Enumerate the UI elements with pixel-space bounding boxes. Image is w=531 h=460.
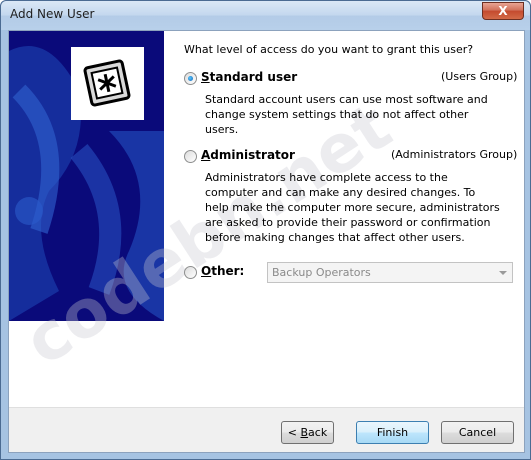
dialog-client: codebn.net What level of access do you w… [8,30,525,453]
other-group-select: Backup Operators [267,262,513,283]
administrator-label[interactable]: Administrator [201,148,295,162]
access-question: What level of access do you want to gran… [184,43,474,56]
cancel-button[interactable]: Cancel [441,421,514,444]
window-title: Add New User [10,7,95,21]
users-key-icon [71,47,144,120]
close-button[interactable]: X [482,2,524,20]
dialog-window: Add New User X codebn.net What level of … [0,0,531,460]
standard-user-group: (Users Group) [441,70,518,83]
standard-user-description: Standard account users can use most soft… [205,93,488,136]
wizard-page: codebn.net What level of access do you w… [9,31,524,407]
administrator-description: Administrators have complete access to t… [205,171,500,244]
chevron-down-icon [499,271,507,275]
administrator-group: (Administrators Group) [391,148,518,161]
finish-button[interactable]: Finish [356,421,429,444]
other-group-value: Backup Operators [272,266,371,279]
other-label[interactable]: Other: [201,264,244,278]
radio-standard-user[interactable] [184,72,197,85]
radio-administrator[interactable] [184,150,197,163]
standard-user-label[interactable]: Standard user [201,70,297,84]
title-bar[interactable]: Add New User X [1,1,530,30]
back-button[interactable]: < Back [281,421,334,444]
button-separator [9,407,524,408]
radio-other[interactable] [184,266,197,279]
